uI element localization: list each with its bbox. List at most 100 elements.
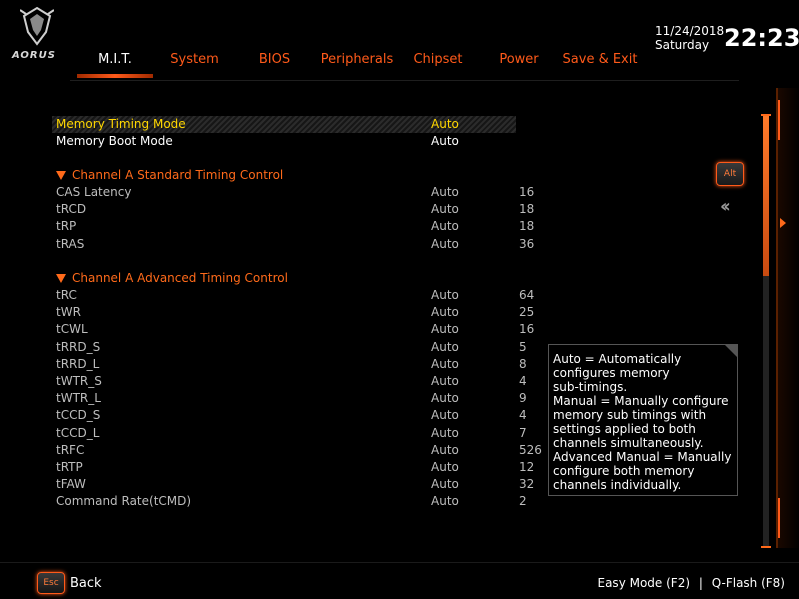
aorus-logo: AORUS [8,6,64,68]
setting-value: Auto [431,134,459,148]
setting-current-value: 7 [519,425,527,440]
setting-row[interactable]: Command Rate(tCMD) Auto 2 [56,493,527,510]
setting-value: Auto [431,117,459,131]
setting-current-value: 4 [519,374,527,388]
side-expand-icon[interactable] [780,218,786,228]
tab-label: Peripherals [320,52,394,67]
setting-row[interactable]: tWTR_S Auto 4 [56,373,527,390]
setting-memory-timing-mode[interactable]: Memory Timing Mode Auto [52,116,516,133]
help-line: Manual = Manually configure [553,394,729,408]
header-divider [70,80,739,81]
setting-row[interactable]: tCCD_S Auto 4 [56,407,527,424]
tab-label: System [170,52,219,67]
double-chevron-left-icon[interactable]: ‹‹ [720,196,731,217]
help-line: Auto = Automatically [553,352,682,366]
setting-current-value: 12 [519,460,535,474]
help-line: Advanced Manual = Manually [553,450,732,464]
setting-label: tRCD [56,202,87,217]
footer-separator: | [698,576,703,590]
logo-text: AORUS [12,50,56,61]
tab-label: Save & Exit [562,52,638,67]
scrollbar-thumb[interactable] [763,116,769,276]
setting-value: Auto [431,425,459,440]
help-box: Auto = Automatically configures memory sub… [548,344,738,496]
setting-label: tWR [56,305,81,320]
setting-value: Auto [431,408,459,423]
setting-current-value: 25 [519,305,535,320]
setting-memory-boot-mode[interactable]: Memory Boot Mode Auto [56,133,526,150]
tab-mit[interactable]: M.I.T. [77,48,153,78]
setting-label: tRRD_S [56,339,101,354]
setting-current-value: 18 [519,202,535,217]
setting-label: Memory Boot Mode [56,134,173,148]
setting-row[interactable]: tRFC Auto 526 [56,442,542,459]
alt-button[interactable]: Alt [716,162,744,186]
setting-value: Auto [431,460,459,474]
setting-value: Auto [431,339,459,354]
setting-row[interactable]: tRP Auto 18 [56,218,534,235]
setting-value: Auto [431,219,459,234]
tab-save-exit[interactable]: Save & Exit [560,48,640,72]
setting-row[interactable]: tRTP Auto 12 [56,459,534,476]
footer-shortcuts: Easy Mode (F2) | Q-Flash (F8) [598,576,786,590]
setting-current-value: 32 [519,477,535,492]
setting-current-value: 2 [519,494,527,509]
esc-button[interactable]: Esc [37,572,65,594]
side-frame-accent [778,100,780,140]
section-title: Channel A Standard Timing Control [72,168,284,182]
help-line: channels simultaneously. [553,436,704,450]
setting-current-value: 36 [519,236,535,251]
setting-row[interactable]: tRC Auto 64 [56,287,534,304]
setting-row[interactable]: tRCD Auto 18 [56,201,534,218]
setting-row[interactable]: tWTR_L Auto 9 [56,390,527,407]
setting-value: Auto [431,391,459,406]
day-display: Saturday [655,38,710,52]
section-advanced-timing[interactable]: Channel A Advanced Timing Control [56,270,288,287]
setting-row[interactable]: tCWL Auto 16 [56,321,534,338]
setting-value: Auto [431,202,459,217]
setting-current-value: 5 [519,339,527,354]
setting-current-value: 526 [519,442,542,457]
setting-value: Auto [431,477,459,492]
section-standard-timing[interactable]: Channel A Standard Timing Control [56,167,283,184]
tab-peripherals[interactable]: Peripherals [317,48,397,72]
setting-label: tRRD_L [56,356,100,371]
tab-label: Power [499,52,539,67]
triangle-down-icon [56,171,66,180]
setting-row[interactable]: tWR Auto 25 [56,304,534,321]
setting-value: Auto [431,288,459,302]
clock-display: 22:23 [724,24,799,52]
triangle-down-icon [56,274,66,283]
back-label[interactable]: Back [70,576,102,591]
setting-label: tWTR_L [56,391,101,406]
tab-label: M.I.T. [98,52,132,67]
setting-value: Auto [431,236,459,251]
setting-label: Command Rate(tCMD) [56,494,192,509]
setting-row[interactable]: CAS Latency Auto 16 [56,184,534,201]
setting-row[interactable]: tRAS Auto 36 [56,236,534,253]
main-tabs: M.I.T. System BIOS Peripherals Chipset P… [77,48,667,78]
footer-divider [0,562,799,563]
help-line: channels individually. [553,478,682,492]
tab-system[interactable]: System [157,48,232,72]
tab-label: Chipset [413,52,463,67]
scrollbar-bottom-cap [761,546,771,548]
setting-row[interactable]: tRRD_L Auto 8 [56,356,527,373]
qflash-link[interactable]: Q-Flash (F8) [712,576,785,590]
setting-label: tFAW [56,477,86,492]
tab-bios[interactable]: BIOS [237,48,312,72]
setting-row[interactable]: tRRD_S Auto 5 [56,339,527,356]
setting-value: Auto [431,322,459,337]
section-title: Channel A Advanced Timing Control [72,271,288,285]
help-line: memory sub timings with [553,408,707,422]
tab-chipset[interactable]: Chipset [400,48,476,72]
setting-current-value: 18 [519,219,535,234]
setting-value: Auto [431,185,459,199]
side-frame-accent [778,498,780,538]
easy-mode-link[interactable]: Easy Mode (F2) [598,576,691,590]
tab-power[interactable]: Power [481,48,557,72]
setting-label: tRC [56,288,77,302]
help-line: sub-timings. [553,380,628,394]
setting-row[interactable]: tCCD_L Auto 7 [56,425,527,442]
setting-row[interactable]: tFAW Auto 32 [56,476,534,493]
